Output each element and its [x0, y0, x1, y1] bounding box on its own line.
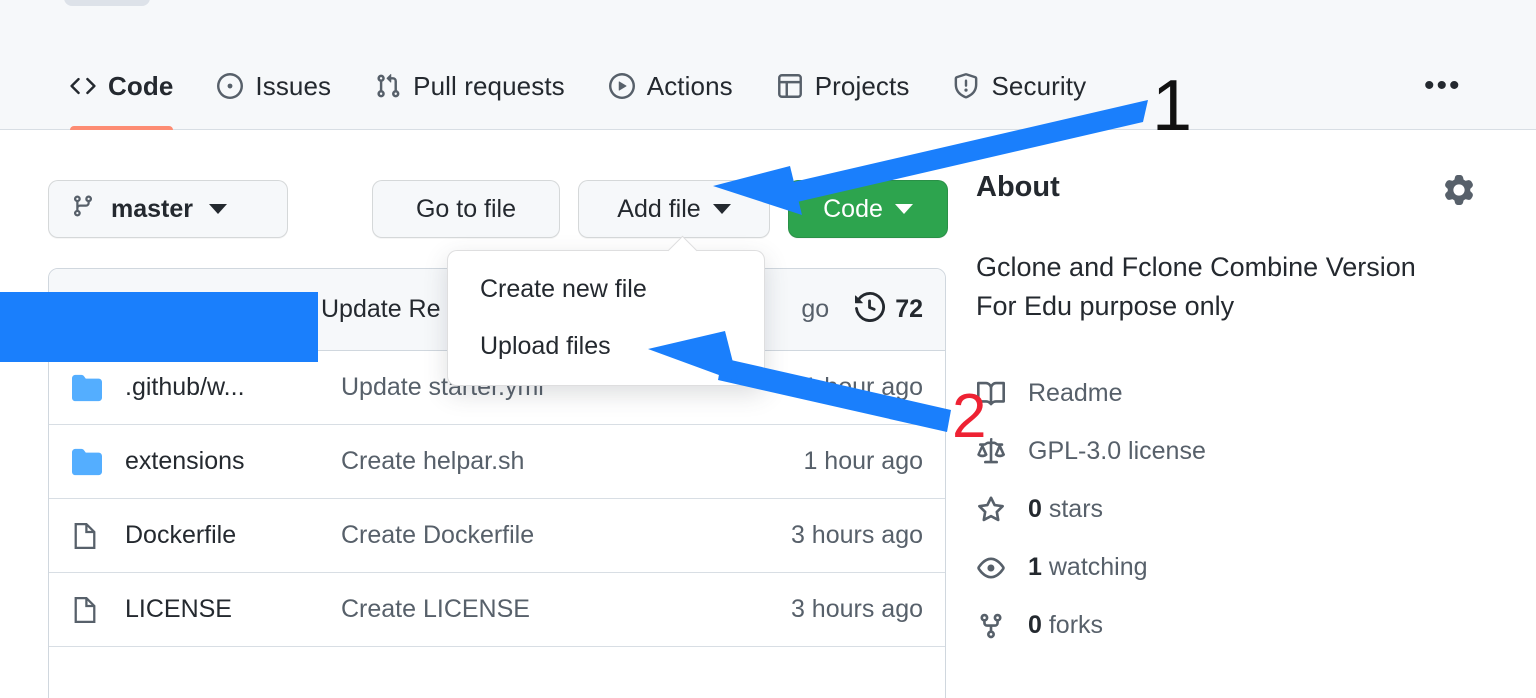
about-stars-word: stars — [1049, 495, 1103, 523]
tab-issues[interactable]: Issues — [195, 42, 353, 130]
gear-icon[interactable] — [1444, 175, 1474, 210]
menu-item-create-new-file[interactable]: Create new file — [448, 261, 764, 318]
menu-item-upload-files[interactable]: Upload files — [448, 318, 764, 375]
partial-pill-element — [64, 0, 150, 6]
about-forks-label: 0 forks — [1028, 611, 1103, 640]
play-icon — [609, 73, 635, 99]
issue-opened-icon — [217, 73, 243, 99]
about-watching-count: 1 — [1028, 553, 1042, 581]
tab-security-label: Security — [991, 71, 1086, 102]
table-row[interactable]: extensions Create helpar.sh 1 hour ago — [49, 425, 945, 499]
file-commit-time: 1 hour ago — [803, 373, 923, 402]
repo-toolbar: master Go to file Add file Code — [48, 180, 948, 238]
table-row[interactable]: Dockerfile Create Dockerfile 3 hours ago — [49, 499, 945, 573]
branch-selector-button[interactable]: master — [48, 180, 288, 238]
page-top-strip — [0, 0, 1536, 42]
file-commit-message[interactable]: Create helpar.sh — [341, 447, 803, 476]
tab-projects[interactable]: Projects — [755, 42, 932, 130]
file-name[interactable]: LICENSE — [125, 595, 341, 624]
nav-overflow-button[interactable]: ••• — [1424, 42, 1462, 130]
about-sidebar: About Gclone and Fclone Combine Version … — [976, 171, 1496, 655]
file-commit-time: 3 hours ago — [791, 521, 923, 550]
tab-code-label: Code — [108, 71, 173, 102]
tab-pull-requests[interactable]: Pull requests — [353, 42, 587, 130]
add-file-button[interactable]: Add file — [578, 180, 770, 238]
table-icon — [777, 73, 803, 99]
folder-icon — [71, 373, 125, 403]
file-name[interactable]: .github/w... — [125, 373, 341, 402]
code-icon — [70, 73, 96, 99]
active-tab-underline — [70, 126, 173, 130]
github-repo-page: Code Issues Pull requests Actions — [0, 0, 1536, 698]
tab-actions-label: Actions — [647, 71, 733, 102]
file-commit-time: 1 hour ago — [803, 447, 923, 476]
code-button[interactable]: Code — [788, 180, 948, 238]
about-license-label: GPL-3.0 license — [1028, 437, 1206, 466]
tab-actions[interactable]: Actions — [587, 42, 755, 130]
about-stars-count: 0 — [1028, 495, 1042, 523]
about-watching-label: 1 watching — [1028, 553, 1148, 582]
repo-nav-bar: Code Issues Pull requests Actions — [0, 42, 1536, 130]
about-forks-link[interactable]: 0 forks — [976, 597, 1496, 655]
table-row-partial[interactable] — [49, 647, 945, 698]
tab-security[interactable]: Security — [931, 42, 1108, 130]
about-meta-list: Readme GPL-3.0 license 0 stars — [976, 365, 1496, 655]
about-description: Gclone and Fclone Combine Version For Ed… — [976, 248, 1416, 327]
kebab-horizontal-icon: ••• — [1424, 71, 1462, 101]
annotation-number-2: 2 — [952, 386, 986, 448]
chevron-down-icon — [209, 204, 227, 214]
annotation-number-1: 1 — [1152, 70, 1192, 142]
about-stars-label: 0 stars — [1028, 495, 1103, 524]
file-icon — [71, 595, 125, 625]
repo-main-content: master Go to file Add file Code Update R… — [0, 131, 1536, 698]
add-file-label: Add file — [617, 195, 700, 224]
git-pull-request-icon — [375, 73, 401, 99]
about-watching-word: watching — [1049, 553, 1148, 581]
eye-icon — [976, 554, 1006, 582]
blue-highlight-redaction — [0, 292, 318, 362]
add-file-dropdown-menu: Create new file Upload files — [447, 250, 765, 386]
about-watching-link[interactable]: 1 watching — [976, 539, 1496, 597]
folder-icon — [71, 447, 125, 477]
branch-name-label: master — [111, 195, 193, 224]
repo-nav-tabs: Code Issues Pull requests Actions — [48, 42, 1108, 130]
tab-projects-label: Projects — [815, 71, 910, 102]
tab-issues-label: Issues — [255, 71, 331, 102]
star-icon — [976, 496, 1006, 524]
chevron-down-icon — [895, 204, 913, 214]
go-to-file-button[interactable]: Go to file — [372, 180, 560, 238]
go-to-file-label: Go to file — [416, 195, 516, 224]
shield-icon — [953, 73, 979, 99]
about-title: About — [976, 171, 1060, 204]
file-commit-message[interactable]: Create LICENSE — [341, 595, 791, 624]
about-forks-word: forks — [1049, 611, 1103, 639]
git-branch-icon — [71, 194, 95, 225]
commit-history-link[interactable]: 72 — [855, 292, 923, 327]
tab-code[interactable]: Code — [48, 42, 195, 130]
file-commit-time: 3 hours ago — [791, 595, 923, 624]
file-commit-message[interactable]: Create Dockerfile — [341, 521, 791, 550]
about-header: About — [976, 171, 1496, 210]
about-stars-link[interactable]: 0 stars — [976, 481, 1496, 539]
table-row[interactable]: LICENSE Create LICENSE 3 hours ago — [49, 573, 945, 647]
code-button-label: Code — [823, 195, 883, 224]
tab-pull-requests-label: Pull requests — [413, 71, 565, 102]
file-name[interactable]: Dockerfile — [125, 521, 341, 550]
commit-count-label: 72 — [895, 295, 923, 324]
about-forks-count: 0 — [1028, 611, 1042, 639]
about-readme-link[interactable]: Readme — [976, 365, 1496, 423]
fork-icon — [976, 612, 1006, 640]
about-license-link[interactable]: GPL-3.0 license — [976, 423, 1496, 481]
latest-commit-time: go — [801, 295, 829, 324]
file-name[interactable]: extensions — [125, 447, 341, 476]
about-readme-label: Readme — [1028, 379, 1123, 408]
file-icon — [71, 521, 125, 551]
history-icon — [855, 292, 885, 327]
chevron-down-icon — [713, 204, 731, 214]
